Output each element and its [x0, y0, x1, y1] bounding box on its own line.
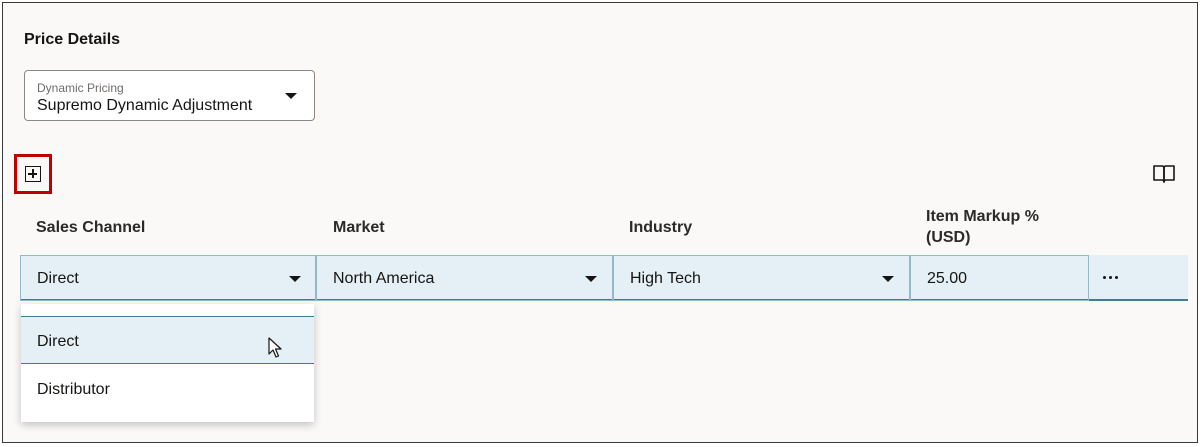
- item-markup-input[interactable]: 25.00: [910, 255, 1089, 301]
- chevron-down-icon[interactable]: [289, 276, 301, 282]
- dynamic-pricing-value: Supremo Dynamic Adjustment: [37, 97, 253, 114]
- sales-channel-value: Direct: [37, 270, 79, 287]
- dropdown-option-label: Distributor: [37, 381, 110, 398]
- chevron-down-icon[interactable]: [285, 93, 297, 99]
- more-actions-button[interactable]: [1102, 267, 1126, 287]
- header-item-markup: Item Markup % (USD): [926, 206, 1039, 248]
- mouse-cursor-icon: [268, 337, 282, 358]
- industry-value: High Tech: [630, 270, 701, 287]
- sales-channel-dropdown: Direct Distributor: [21, 304, 314, 422]
- dynamic-pricing-label: Dynamic Pricing: [37, 81, 124, 95]
- market-select[interactable]: North America: [316, 255, 613, 301]
- market-value: North America: [333, 270, 435, 287]
- header-item-markup-line1: Item Markup %: [926, 208, 1039, 225]
- industry-select[interactable]: High Tech: [613, 255, 910, 301]
- header-market: Market: [333, 219, 385, 236]
- dropdown-option-direct[interactable]: Direct: [21, 316, 314, 364]
- chevron-down-icon[interactable]: [585, 276, 597, 282]
- dynamic-pricing-select[interactable]: Dynamic Pricing Supremo Dynamic Adjustme…: [24, 70, 315, 121]
- item-markup-value: 25.00: [927, 270, 968, 287]
- header-item-markup-line2: (USD): [926, 229, 971, 246]
- section-title: Price Details: [24, 31, 121, 48]
- sales-channel-select[interactable]: Direct: [20, 255, 316, 301]
- dropdown-option-label: Direct: [37, 333, 79, 350]
- add-row-button[interactable]: [14, 154, 52, 194]
- table-row: Direct North America High Tech 25.00: [20, 255, 1188, 301]
- header-industry: Industry: [629, 219, 693, 236]
- header-sales-channel: Sales Channel: [36, 219, 146, 236]
- add-row-icon: [25, 166, 41, 182]
- chevron-down-icon[interactable]: [882, 276, 894, 282]
- page-frame: Price Details Dynamic Pricing Supremo Dy…: [2, 2, 1198, 443]
- book-icon: [1153, 165, 1175, 183]
- book-button[interactable]: [1152, 163, 1176, 185]
- dropdown-option-distributor[interactable]: Distributor: [21, 365, 314, 413]
